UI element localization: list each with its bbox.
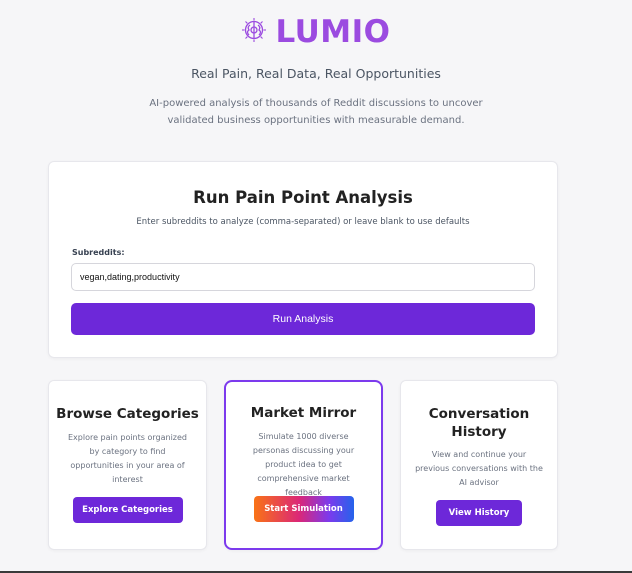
- card-title: Conversation History: [428, 406, 530, 440]
- conversation-history-card: Conversation History View and continue y…: [400, 380, 558, 550]
- hero-description: AI-powered analysis of thousands of Redd…: [149, 98, 483, 126]
- analysis-card: Run Pain Point Analysis Enter subreddits…: [48, 161, 558, 358]
- subreddits-label: Subreddits:: [72, 248, 125, 257]
- explore-categories-button[interactable]: Explore Categories: [72, 497, 183, 523]
- analysis-subtitle: Enter subreddits to analyze (comma-separ…: [136, 217, 470, 227]
- card-title: Browse Categories: [56, 406, 199, 422]
- browse-categories-card: Browse Categories Explore pain points or…: [48, 380, 207, 550]
- analysis-title: Run Pain Point Analysis: [193, 188, 413, 207]
- run-analysis-button[interactable]: Run Analysis: [71, 303, 535, 335]
- start-simulation-button[interactable]: Start Simulation: [253, 496, 354, 522]
- card-description: Simulate 1000 diverse personas discussin…: [252, 432, 355, 497]
- view-history-button[interactable]: View History: [436, 500, 522, 526]
- card-description: View and continue your previous conversa…: [415, 450, 543, 487]
- subreddits-input[interactable]: [71, 263, 535, 291]
- card-title: Market Mirror: [250, 405, 357, 421]
- logo[interactable]: LUMIO: [0, 14, 632, 50]
- tagline: Real Pain, Real Data, Real Opportunities: [191, 66, 441, 81]
- market-mirror-card: Market Mirror Simulate 1000 diverse pers…: [224, 380, 383, 550]
- brand-name: LUMIO: [275, 14, 391, 50]
- card-description: Explore pain points organized by categor…: [67, 433, 187, 484]
- brain-icon: [241, 17, 267, 47]
